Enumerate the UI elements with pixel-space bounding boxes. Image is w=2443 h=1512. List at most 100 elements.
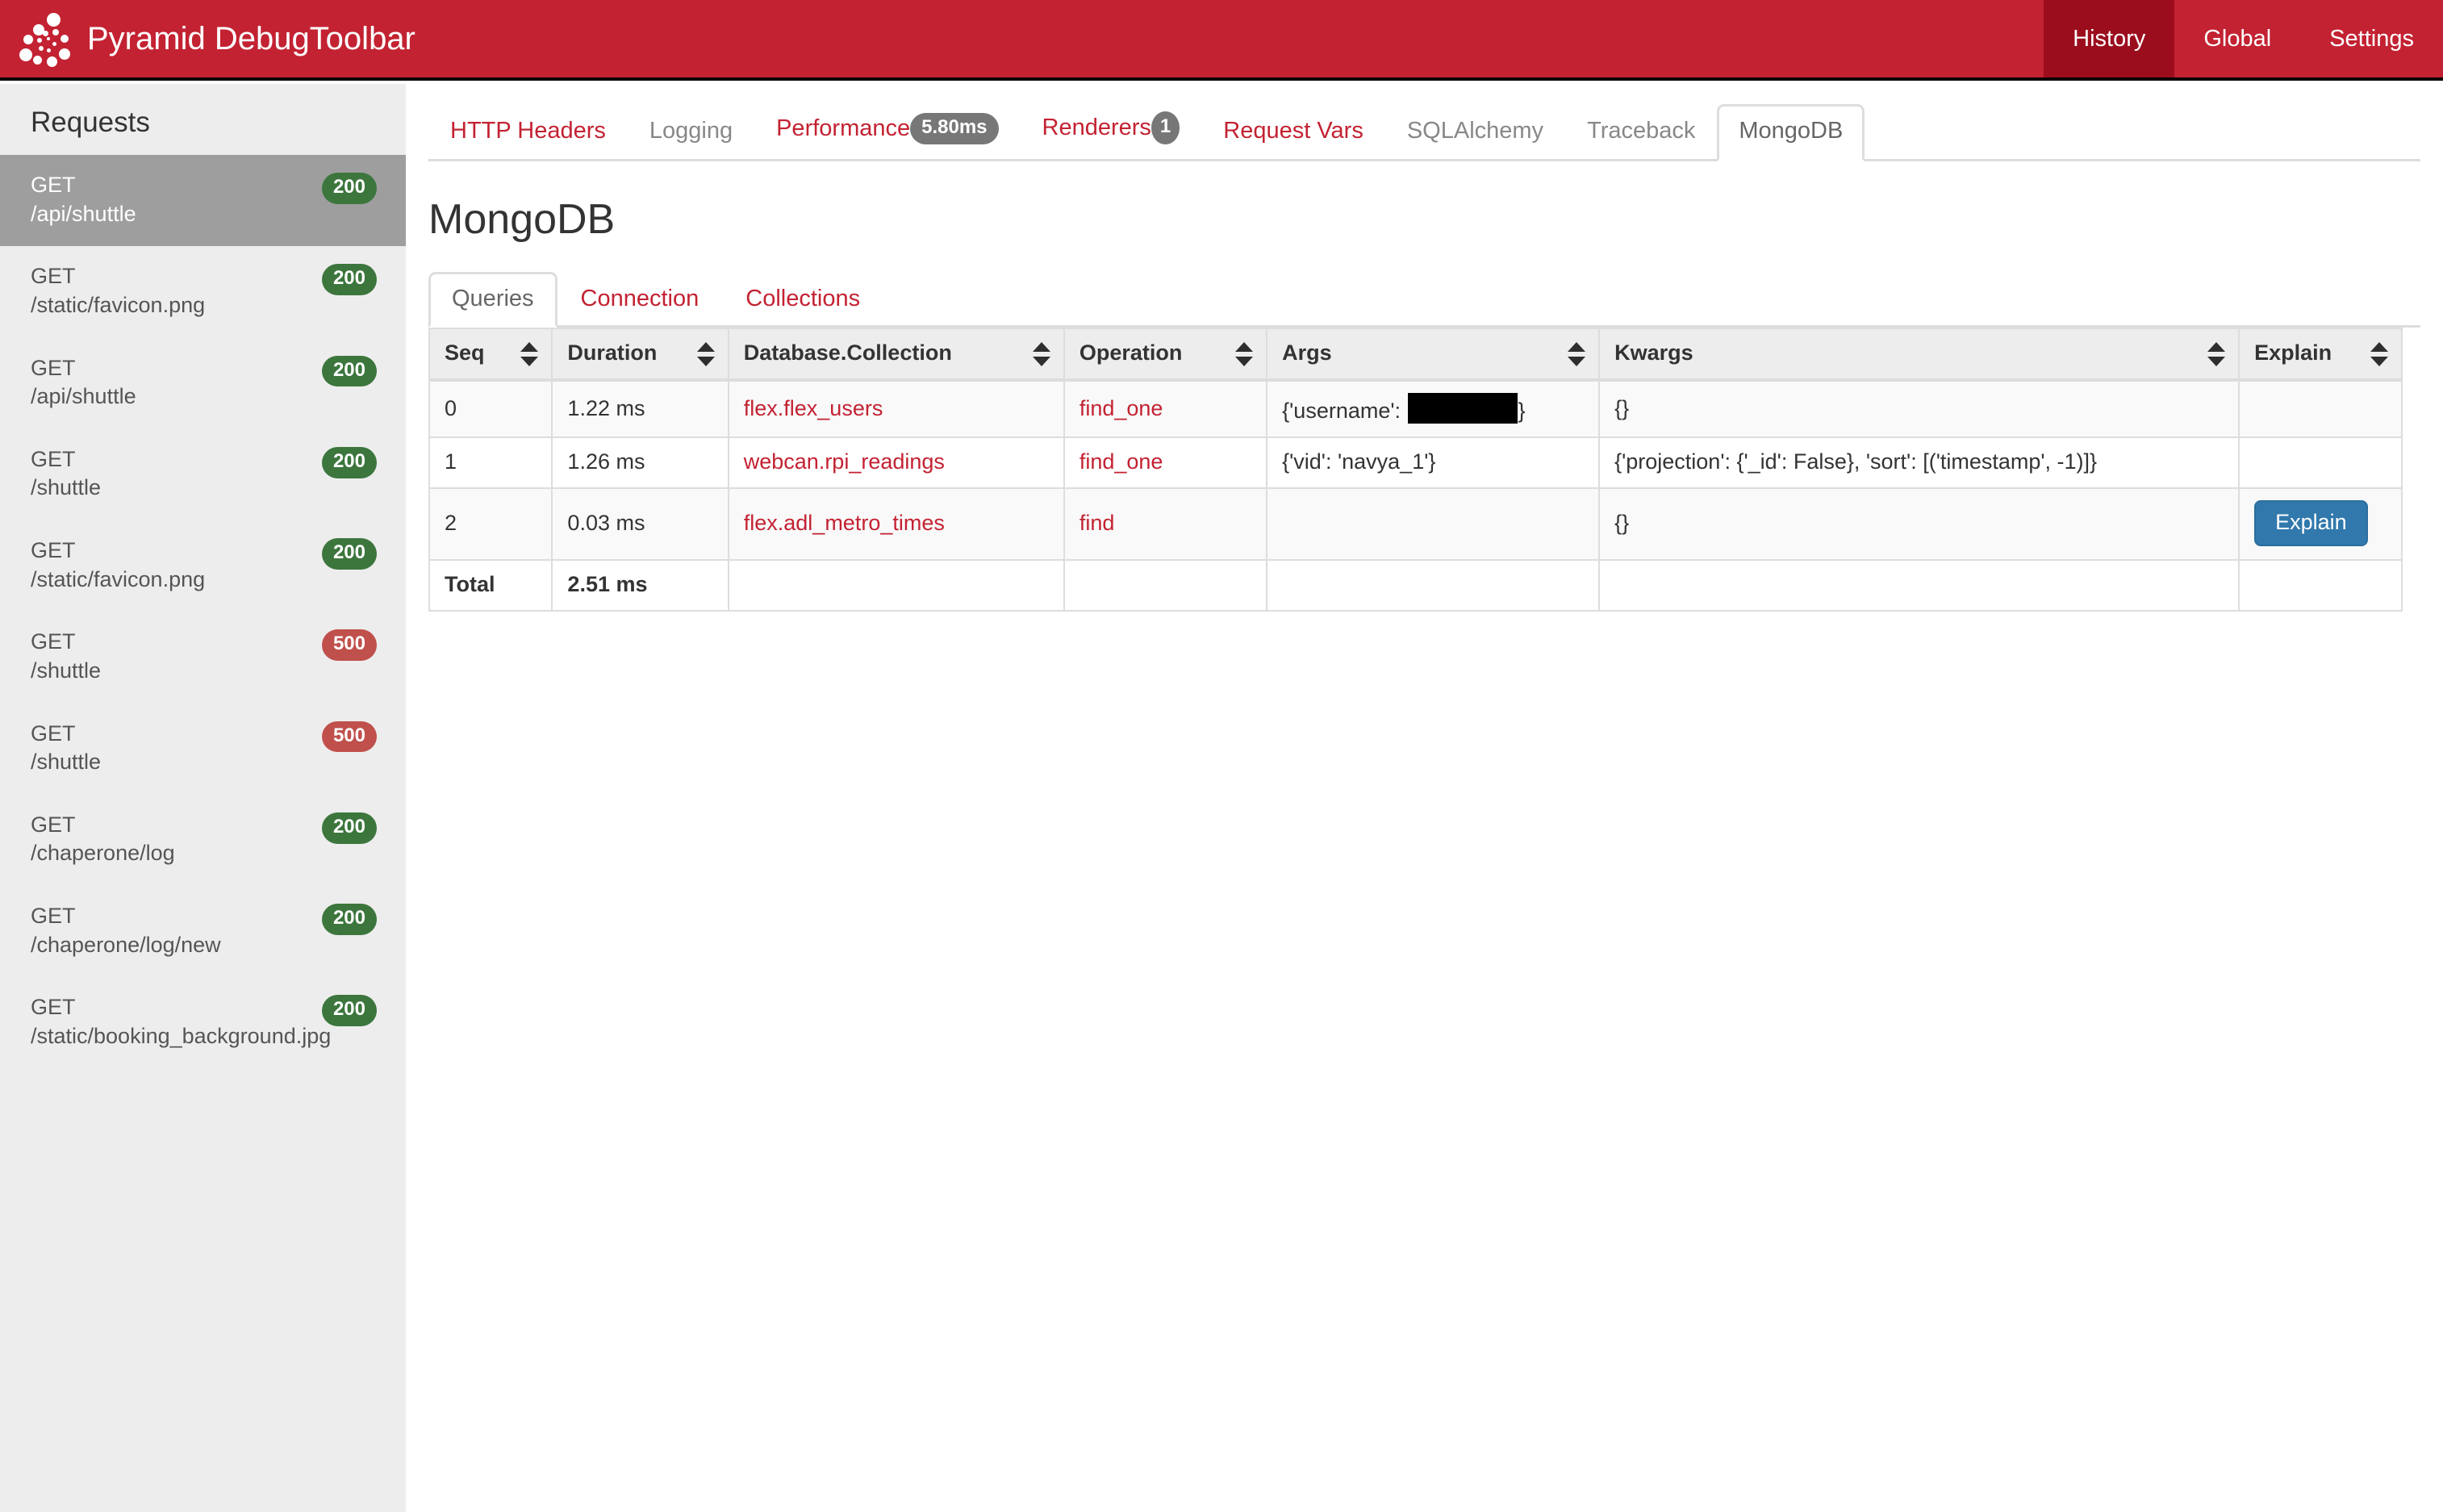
- tab-label: Traceback: [1587, 118, 1696, 144]
- cell-operation[interactable]: find_one: [1063, 436, 1268, 489]
- cell-collection[interactable]: flex.adl_metro_times: [727, 487, 1065, 561]
- request-path: /shuttle: [31, 750, 102, 775]
- cell-operation[interactable]: find_one: [1063, 379, 1268, 438]
- status-badge: 500: [321, 629, 377, 662]
- status-badge: 200: [321, 904, 377, 935]
- request-path: /static/favicon.png: [31, 292, 206, 317]
- request-list-item[interactable]: GET /shuttle 200: [0, 429, 406, 520]
- request-list-item[interactable]: GET /static/favicon.png 200: [0, 246, 406, 337]
- page-title: MongoDB: [428, 196, 616, 243]
- status-badge: 200: [321, 538, 377, 570]
- request-list-item[interactable]: GET /shuttle 500: [0, 704, 406, 795]
- tab-label: Logging: [649, 118, 733, 144]
- request-path: /chaperone/log: [31, 841, 175, 866]
- operation-link[interactable]: find: [1080, 511, 1115, 535]
- status-badge: 500: [321, 720, 377, 753]
- column-label: Seq: [445, 340, 485, 365]
- request-path: /api/shuttle: [31, 384, 136, 409]
- requests-sidebar: Requests GET /api/shuttle 200 GET /stati…: [0, 84, 406, 1512]
- sort-toggle-icon[interactable]: [2207, 340, 2226, 368]
- collection-link[interactable]: flex.adl_metro_times: [744, 511, 945, 535]
- request-path: /api/shuttle: [31, 201, 136, 226]
- table-header-row: Seq Duration Database.Collection Operati…: [428, 328, 2403, 382]
- tab-traceback[interactable]: Traceback: [1565, 104, 1717, 161]
- status-badge: 200: [321, 812, 377, 844]
- cell-duration: 1.26 ms: [551, 436, 729, 489]
- subtab-collections[interactable]: Collections: [722, 272, 883, 328]
- column-label: Database.Collection: [743, 340, 952, 365]
- nav-history[interactable]: History: [2044, 0, 2175, 77]
- nav-global[interactable]: Global: [2174, 0, 2300, 77]
- tab-label: MongoDB: [1739, 118, 1844, 144]
- cell-explain: Explain: [2238, 487, 2403, 561]
- header-nav: History Global Settings: [2044, 0, 2443, 77]
- column-label: Kwargs: [1614, 340, 1693, 365]
- request-list-item[interactable]: GET /static/booking_background.jpg 200: [0, 977, 406, 1068]
- queries-table: Seq Duration Database.Collection Operati…: [428, 328, 2403, 612]
- column-header-seq[interactable]: Seq: [428, 328, 553, 382]
- request-list-item[interactable]: GET /chaperone/log 200: [0, 795, 406, 886]
- explain-button[interactable]: Explain: [2254, 500, 2368, 546]
- total-collection-empty: [727, 559, 1065, 612]
- request-list-item[interactable]: GET /chaperone/log/new 200: [0, 886, 406, 977]
- sort-toggle-icon[interactable]: [1235, 340, 1254, 368]
- status-badge: 200: [321, 995, 377, 1027]
- brand: Pyramid DebugToolbar: [16, 0, 416, 79]
- operation-link[interactable]: find_one: [1080, 396, 1163, 420]
- cell-operation[interactable]: find: [1063, 487, 1268, 561]
- tab-mongodb[interactable]: MongoDB: [1717, 104, 1865, 161]
- cell-kwargs: {'projection': {'_id': False}, 'sort': […: [1598, 436, 2240, 489]
- table-row: 0 1.22 ms flex.flex_users find_one {'use…: [428, 379, 2403, 438]
- tab-logging[interactable]: Logging: [628, 104, 754, 161]
- tab-http-headers[interactable]: HTTP Headers: [428, 104, 628, 161]
- cell-args: {'vid': 'navya_1'}: [1266, 436, 1601, 489]
- cell-explain: [2238, 379, 2403, 438]
- request-path: /static/booking_background.jpg: [31, 1023, 332, 1048]
- nav-settings[interactable]: Settings: [2300, 0, 2443, 77]
- column-header-duration[interactable]: Duration: [551, 328, 729, 382]
- column-header-operation[interactable]: Operation: [1063, 328, 1268, 382]
- request-list-item[interactable]: GET /shuttle 500: [0, 612, 406, 703]
- sort-toggle-icon[interactable]: [2370, 340, 2388, 368]
- sort-toggle-icon[interactable]: [1568, 340, 1586, 368]
- operation-link[interactable]: find_one: [1080, 449, 1163, 474]
- collection-link[interactable]: flex.flex_users: [744, 396, 883, 420]
- cell-seq: 2: [428, 487, 553, 561]
- tab-label: Renderers: [1042, 115, 1151, 141]
- tab-performance[interactable]: Performance 5.80ms: [754, 99, 1020, 161]
- cell-explain: [2238, 436, 2403, 489]
- sort-toggle-icon[interactable]: [520, 340, 539, 368]
- column-header-collection[interactable]: Database.Collection: [727, 328, 1065, 382]
- request-path: /shuttle: [31, 475, 102, 500]
- cell-duration: 0.03 ms: [551, 487, 729, 561]
- collection-link[interactable]: webcan.rpi_readings: [744, 449, 945, 474]
- sort-toggle-icon[interactable]: [1032, 340, 1050, 368]
- subtab-connection[interactable]: Connection: [558, 272, 723, 328]
- cell-collection[interactable]: webcan.rpi_readings: [727, 436, 1065, 489]
- request-list-item[interactable]: GET /api/shuttle 200: [0, 155, 406, 247]
- tab-request-vars[interactable]: Request Vars: [1201, 104, 1385, 161]
- column-header-explain[interactable]: Explain: [2238, 328, 2403, 382]
- table-total-row: Total 2.51 ms: [428, 559, 2403, 612]
- tab-label: SQLAlchemy: [1406, 118, 1544, 144]
- cell-collection[interactable]: flex.flex_users: [727, 379, 1065, 438]
- status-badge: 200: [321, 355, 377, 387]
- cell-kwargs: {}: [1598, 379, 2240, 438]
- cell-seq: 1: [428, 436, 553, 489]
- column-header-kwargs[interactable]: Kwargs: [1598, 328, 2240, 382]
- pyramid-dots-logo-icon: [16, 10, 74, 68]
- args-suffix: }: [1518, 399, 1526, 423]
- request-list-item[interactable]: GET /static/favicon.png 200: [0, 520, 406, 612]
- tab-renderers[interactable]: Renderers 1: [1021, 98, 1202, 161]
- column-header-args[interactable]: Args: [1266, 328, 1601, 382]
- main-panel: HTTP Headers Logging Performance 5.80ms R…: [406, 84, 2443, 612]
- request-list-item[interactable]: GET /api/shuttle 200: [0, 338, 406, 429]
- subtab-queries[interactable]: Queries: [428, 272, 558, 328]
- total-duration: 2.51 ms: [551, 559, 729, 612]
- toolbar-tabs: HTTP Headers Logging Performance 5.80ms R…: [406, 84, 2443, 161]
- sort-toggle-icon[interactable]: [696, 340, 715, 368]
- tab-sqlalchemy[interactable]: SQLAlchemy: [1385, 104, 1565, 161]
- cell-seq: 0: [428, 379, 553, 438]
- column-label: Duration: [567, 340, 658, 365]
- column-label: Explain: [2254, 340, 2332, 365]
